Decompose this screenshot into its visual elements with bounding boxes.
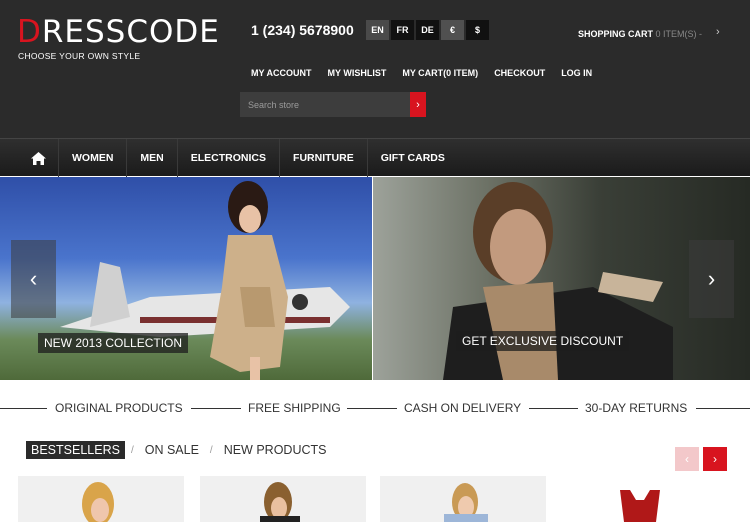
phone-number: 1 (234) 5678900 xyxy=(251,22,354,38)
nav-item-men[interactable]: MEN xyxy=(126,139,176,177)
cart-item-count: 0 ITEM(S) - xyxy=(655,29,703,39)
site-header: DRESSCODE CHOOSE YOUR OWN STYLE 1 (234) … xyxy=(0,0,750,138)
chevron-right-icon: › xyxy=(713,452,717,466)
my-account-link[interactable]: MY ACCOUNT xyxy=(251,68,312,78)
language-de[interactable]: DE xyxy=(416,20,439,40)
nav-item-electronics[interactable]: ELECTRONICS xyxy=(176,139,279,177)
nav-item-women[interactable]: WOMEN xyxy=(58,139,126,177)
divider xyxy=(529,408,578,409)
slider-next-button[interactable]: › xyxy=(689,240,734,318)
divider xyxy=(347,408,397,409)
language-currency-switcher: EN FR DE € $ xyxy=(366,20,489,40)
product-card[interactable] xyxy=(200,476,366,522)
feature-cash-on-delivery: CASH ON DELIVERY xyxy=(404,401,522,415)
product-card[interactable] xyxy=(560,476,732,522)
feature-30-day-returns: 30-DAY RETURNS xyxy=(585,401,688,415)
search-bar: › xyxy=(240,92,426,117)
chevron-left-icon: ‹ xyxy=(685,452,689,466)
login-link[interactable]: LOG IN xyxy=(561,68,592,78)
products-prev-button[interactable]: ‹ xyxy=(675,447,699,471)
product-image xyxy=(620,490,660,522)
banner-new-collection[interactable]: NEW 2013 COLLECTION ‹ xyxy=(0,177,372,380)
home-icon xyxy=(30,151,46,165)
product-image xyxy=(260,482,300,522)
nav-item-furniture[interactable]: FURNITURE xyxy=(279,139,367,177)
chevron-right-icon[interactable]: › xyxy=(716,26,720,38)
site-logo[interactable]: DRESSCODE xyxy=(17,14,220,50)
product-card[interactable] xyxy=(18,476,184,522)
product-image xyxy=(444,483,488,522)
chevron-right-icon: › xyxy=(416,98,420,111)
tab-new-products[interactable]: NEW PRODUCTS xyxy=(219,441,332,459)
currency-euro[interactable]: € xyxy=(441,20,464,40)
currency-dollar[interactable]: $ xyxy=(466,20,489,40)
divider xyxy=(191,408,241,409)
my-wishlist-link[interactable]: MY WISHLIST xyxy=(328,68,387,78)
main-navigation: WOMEN MEN ELECTRONICS FURNITURE GIFT CAR… xyxy=(0,138,750,177)
nav-item-gift-cards[interactable]: GIFT CARDS xyxy=(366,139,458,177)
chevron-left-icon: ‹ xyxy=(29,266,38,291)
tab-separator: / xyxy=(209,444,213,456)
checkout-link[interactable]: CHECKOUT xyxy=(494,68,545,78)
cart-label: SHOPPING CART xyxy=(578,29,654,39)
language-fr[interactable]: FR xyxy=(391,20,414,40)
features-strip: ORIGINAL PRODUCTS FREE SHIPPING CASH ON … xyxy=(0,398,750,418)
shopping-cart-link[interactable]: SHOPPING CART 0 ITEM(S) - xyxy=(578,29,702,39)
site-tagline: CHOOSE YOUR OWN STYLE xyxy=(18,51,141,61)
slider-prev-button[interactable]: ‹ xyxy=(11,240,56,318)
divider xyxy=(0,408,47,409)
products-next-button[interactable]: › xyxy=(703,447,727,471)
product-card[interactable] xyxy=(380,476,546,522)
my-cart-link[interactable]: MY CART(0 ITEM) xyxy=(402,68,478,78)
chevron-right-icon: › xyxy=(707,266,716,291)
banner-caption-exclusive-discount: GET EXCLUSIVE DISCOUNT xyxy=(456,331,630,351)
language-en[interactable]: EN xyxy=(366,20,389,40)
account-links: MY ACCOUNT MY WISHLIST MY CART(0 ITEM) C… xyxy=(251,68,592,78)
tab-on-sale[interactable]: ON SALE xyxy=(140,441,204,459)
feature-original-products: ORIGINAL PRODUCTS xyxy=(55,401,183,415)
banner-caption-new-collection: NEW 2013 COLLECTION xyxy=(38,333,189,353)
banner-exclusive-discount[interactable]: GET EXCLUSIVE DISCOUNT › xyxy=(373,177,750,380)
search-input[interactable] xyxy=(240,92,410,117)
product-image xyxy=(82,482,114,522)
search-submit-button[interactable]: › xyxy=(410,92,426,117)
product-tabs: BESTSELLERS / ON SALE / NEW PRODUCTS xyxy=(26,441,331,459)
home-button[interactable] xyxy=(18,139,58,177)
feature-free-shipping: FREE SHIPPING xyxy=(248,401,341,415)
tab-separator: / xyxy=(130,444,134,456)
divider xyxy=(696,408,750,409)
tab-bestsellers[interactable]: BESTSELLERS xyxy=(26,441,125,459)
